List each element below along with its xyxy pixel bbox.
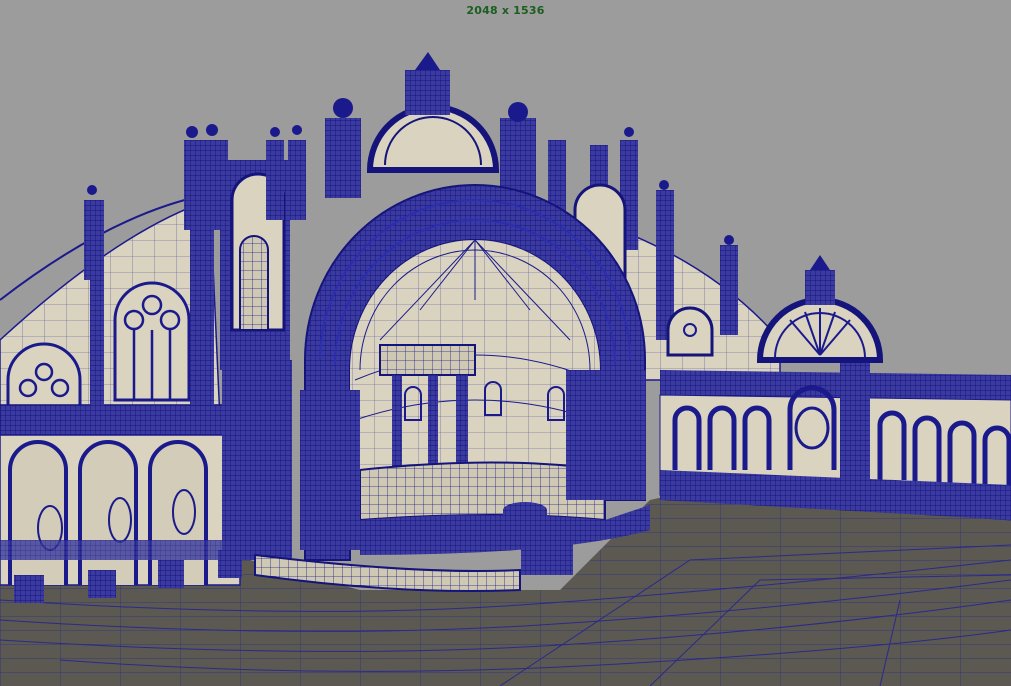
wireframe-scene[interactable] <box>0 0 1011 686</box>
right-arcade <box>659 360 1011 521</box>
3d-viewport[interactable]: 2048 x 1536 <box>0 0 1011 686</box>
left-arcade <box>0 404 242 603</box>
